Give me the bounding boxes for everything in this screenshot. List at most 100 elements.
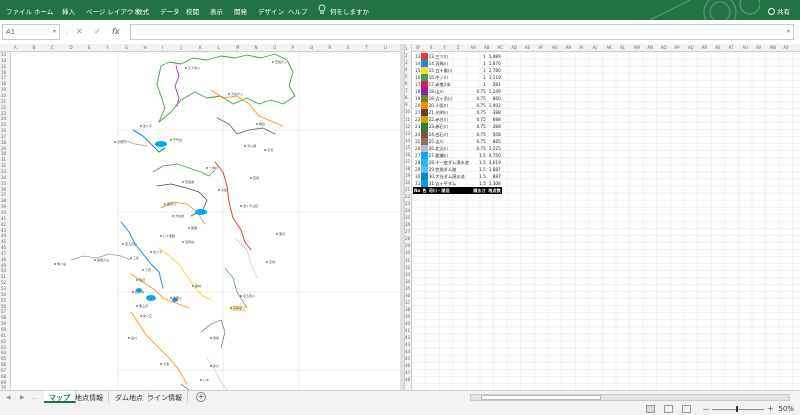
tell-me-search[interactable]: 何をしますか	[330, 6, 369, 16]
row-header[interactable]: 26	[1, 128, 6, 133]
map-point[interactable]	[210, 365, 212, 367]
row-header[interactable]: 19	[405, 173, 410, 178]
row-header[interactable]: 64	[1, 350, 6, 355]
column-header[interactable]: G	[125, 45, 128, 50]
sheet-prev-icon[interactable]: ◀	[6, 394, 11, 401]
row-header[interactable]: 45	[405, 356, 410, 361]
ribbon-tab-8[interactable]: 開発	[234, 6, 247, 16]
row-header[interactable]: 20	[405, 180, 410, 185]
row-header[interactable]: 33	[405, 272, 410, 277]
ribbon-tab-7[interactable]: 表示	[210, 6, 223, 16]
share-button[interactable]: 共有	[768, 6, 790, 16]
map-point[interactable]	[54, 263, 56, 265]
map-point[interactable]	[218, 189, 220, 191]
column-header[interactable]: AF	[538, 45, 543, 50]
ribbon-tab-10[interactable]: ヘルプ	[288, 6, 308, 16]
map-point[interactable]	[188, 227, 190, 229]
row-header[interactable]: 30	[405, 250, 410, 255]
row-header[interactable]: 11	[405, 117, 410, 122]
row-header[interactable]: 17	[1, 75, 6, 80]
row-header[interactable]: 69	[1, 380, 6, 385]
row-header[interactable]: 27	[405, 229, 410, 234]
row-header[interactable]: 38	[1, 198, 6, 203]
map-point[interactable]	[94, 259, 96, 261]
map-point[interactable]	[200, 379, 202, 381]
map-point[interactable]	[240, 295, 242, 297]
row-header[interactable]: 50	[1, 268, 6, 273]
row-header[interactable]: 16	[405, 152, 410, 157]
map-point[interactable]	[182, 241, 184, 243]
column-header[interactable]: X	[430, 45, 433, 50]
row-header[interactable]: 44	[1, 233, 6, 238]
river-line[interactable]	[152, 163, 216, 177]
row-header[interactable]: 21	[405, 187, 410, 192]
river-line[interactable]	[216, 117, 276, 135]
column-header[interactable]: AJ	[593, 45, 597, 50]
map-point[interactable]	[130, 257, 132, 259]
row-header[interactable]: 57	[1, 309, 6, 314]
column-header[interactable]: AW	[770, 45, 776, 50]
column-header[interactable]: U	[384, 45, 387, 50]
row-header[interactable]: 45	[1, 239, 6, 244]
zoom-slider-track[interactable]	[712, 409, 764, 410]
row-header[interactable]: 43	[405, 342, 410, 347]
column-header[interactable]: R	[329, 45, 332, 50]
dam-lake[interactable]	[155, 141, 167, 147]
row-header[interactable]: 18	[405, 166, 410, 171]
row-header[interactable]: 31	[1, 157, 6, 162]
zoom-in-icon[interactable]: +	[767, 404, 774, 413]
column-header[interactable]: D	[70, 45, 73, 50]
cancel-icon[interactable]: ✕	[76, 27, 83, 36]
column-header[interactable]: C	[51, 45, 54, 50]
dam-lake[interactable]	[146, 295, 156, 301]
row-header[interactable]: 22	[1, 105, 6, 110]
river-line[interactable]	[174, 65, 180, 107]
sheet-tab-3[interactable]: ライン情報	[142, 391, 188, 403]
row-header[interactable]: 31	[405, 258, 410, 263]
row-header[interactable]: 56	[1, 304, 6, 309]
normal-view-icon[interactable]	[646, 405, 655, 413]
row-header[interactable]: 59	[1, 321, 6, 326]
column-header[interactable]: AH	[566, 45, 572, 50]
sheet-tab-1[interactable]: 地点情報	[70, 391, 109, 403]
river-map-drawing[interactable]: 五十嵐川笠堀ダム大谷ダム吉ヶ平光明川 守門岳ダム湖一本杉笠堀湖大谷吉ヶ平山荘鹿熊川…	[11, 52, 400, 390]
column-header[interactable]: Y	[443, 45, 445, 50]
row-header[interactable]: 8	[405, 95, 408, 100]
sheet-next-icon[interactable]: ▶	[20, 394, 25, 401]
row-header[interactable]: 53	[1, 286, 6, 291]
row-header[interactable]: 44	[405, 349, 410, 354]
column-header[interactable]: AC	[498, 45, 503, 50]
column-header[interactable]: A	[14, 45, 17, 50]
chevron-down-icon[interactable]: ▾	[53, 28, 56, 35]
row-header[interactable]: 68	[1, 374, 6, 379]
map-point[interactable]	[128, 337, 130, 339]
column-header[interactable]: O	[273, 45, 276, 50]
row-header[interactable]: 3	[405, 60, 408, 65]
column-header[interactable]: B	[33, 45, 36, 50]
column-header[interactable]: AB	[484, 45, 489, 50]
map-point[interactable]	[136, 279, 138, 281]
horizontal-scrollbar[interactable]	[470, 394, 790, 401]
row-header[interactable]: 39	[1, 204, 6, 209]
map-point[interactable]	[256, 123, 258, 125]
map-point[interactable]	[132, 291, 134, 293]
ribbon-tab-5[interactable]: データ	[160, 6, 180, 16]
column-header[interactable]: AN	[647, 45, 653, 50]
row-header[interactable]: 12	[405, 124, 410, 129]
row-header[interactable]: 7	[405, 88, 408, 93]
sheet-more-icon[interactable]: …	[32, 394, 38, 401]
map-point[interactable]	[140, 315, 142, 317]
row-header[interactable]: 30	[1, 151, 6, 156]
row-header[interactable]: 63	[1, 345, 6, 350]
row-header[interactable]: 34	[405, 279, 410, 284]
row-header[interactable]: 55	[1, 298, 6, 303]
column-header[interactable]: E	[88, 45, 91, 50]
map-point[interactable]	[164, 203, 166, 205]
map-point[interactable]	[182, 181, 184, 183]
row-header[interactable]: 60	[1, 327, 6, 332]
column-header[interactable]: H	[144, 45, 147, 50]
add-sheet-button[interactable]: +	[196, 392, 206, 402]
row-header[interactable]: 32	[405, 265, 410, 270]
row-header[interactable]: 42	[405, 335, 410, 340]
row-header[interactable]: 35	[405, 286, 410, 291]
